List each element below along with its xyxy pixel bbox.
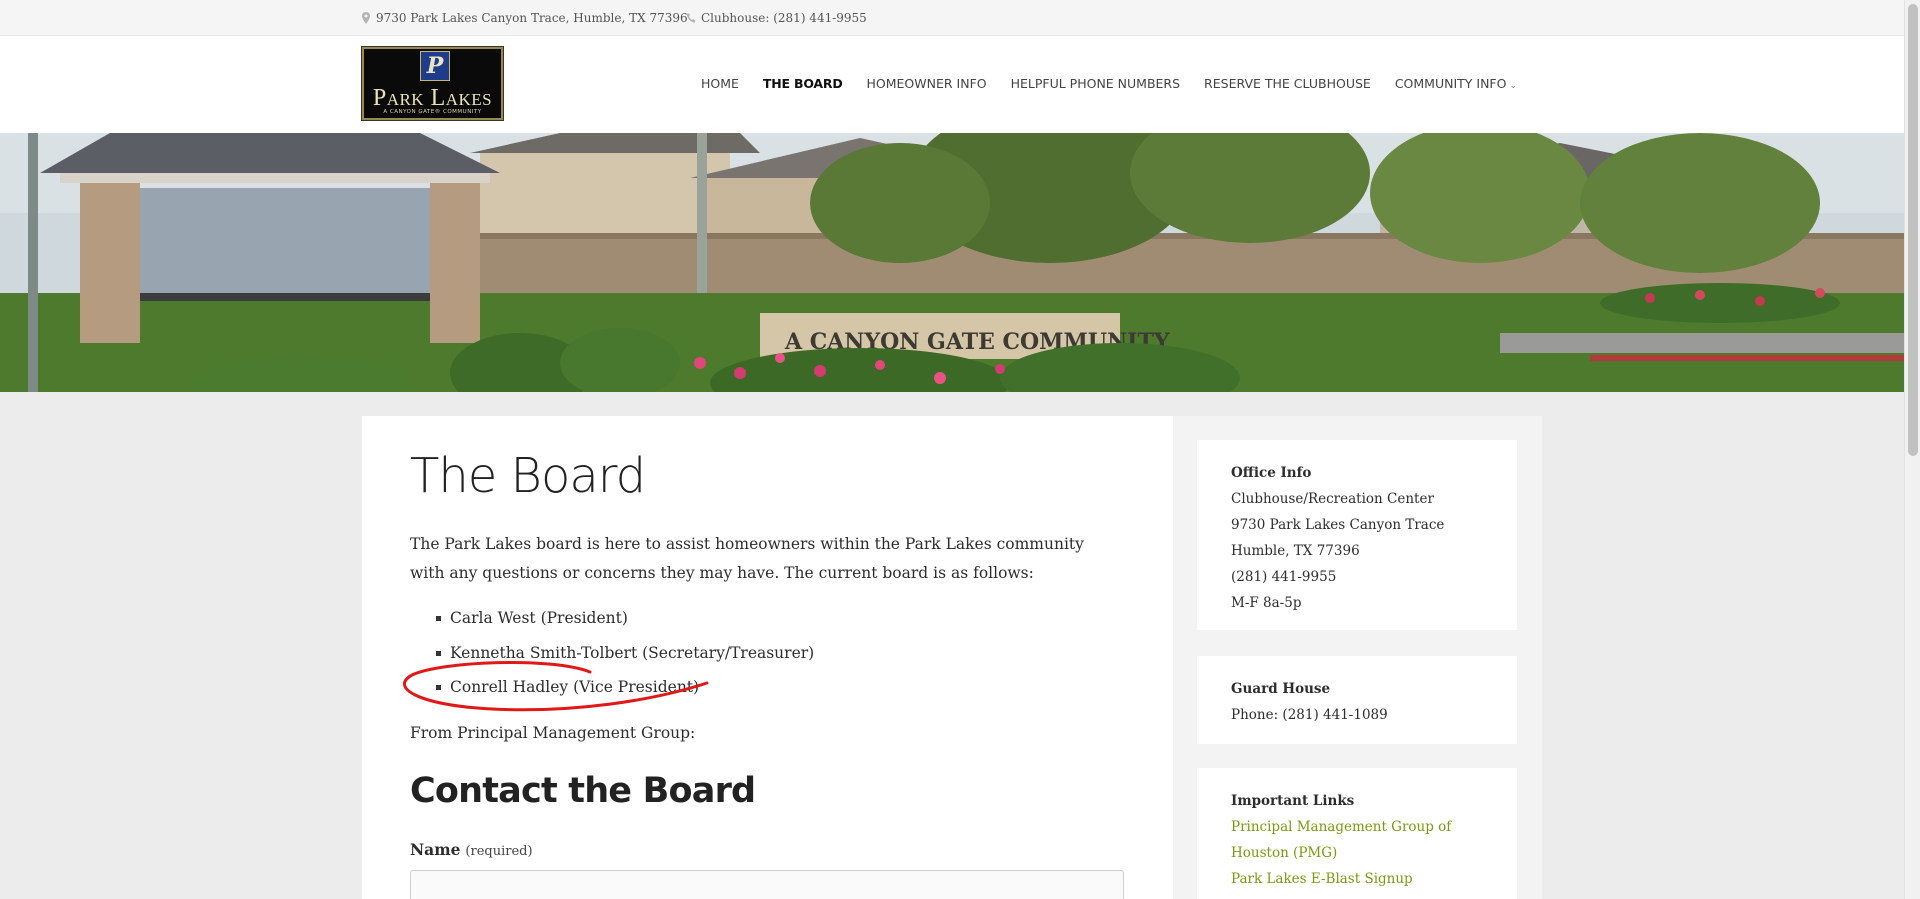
scrollbar-thumb[interactable] [1908, 4, 1918, 456]
office-line: Clubhouse/Recreation Center [1231, 491, 1434, 507]
site-header: P Park Lakes A CANYON GATE® COMMUNITY HO… [0, 36, 1904, 133]
nav-home[interactable]: HOME [701, 76, 739, 91]
contact-title: Contact the Board [410, 771, 756, 811]
required-note: (required) [465, 844, 533, 859]
logo-tagline: A CANYON GATE® COMMUNITY [383, 109, 482, 115]
widget-title: Office Info [1231, 465, 1312, 481]
phone-info: Clubhouse: (281) 441-9955 [686, 11, 867, 25]
important-links-widget: Important Links Principal Management Gro… [1197, 768, 1517, 899]
page-title: The Board [410, 448, 646, 504]
map-pin-icon [362, 12, 370, 24]
widget-title: Guard House [1231, 681, 1331, 697]
guard-house-widget: Guard House Phone: (281) 441-1089 [1197, 656, 1517, 744]
page-scrollbar[interactable] [1904, 0, 1920, 899]
hero-banner-photo: A CANYON GATE COMMUNITY [0, 133, 1904, 392]
nav-helpful-phone-numbers[interactable]: HELPFUL PHONE NUMBERS [1011, 76, 1180, 91]
top-info-bar: 9730 Park Lakes Canyon Trace, Humble, TX… [0, 0, 1904, 36]
board-intro-text: The Park Lakes board is here to assist h… [410, 535, 1084, 582]
address-text: 9730 Park Lakes Canyon Trace, Humble, TX… [376, 11, 688, 25]
office-info-widget: Office Info Clubhouse/Recreation Center … [1197, 440, 1517, 630]
name-label-text: Name [410, 840, 461, 859]
name-field-label: Name (required) [410, 840, 533, 859]
logo-name: Park Lakes [372, 85, 493, 111]
phone-text: Clubhouse: (281) 441-9955 [701, 11, 867, 25]
widget-title: Important Links [1231, 793, 1355, 809]
nav-homeowner-info[interactable]: HOMEOWNER INFO [867, 76, 987, 91]
nav-community-info[interactable]: COMMUNITY INFO ⌄ [1395, 76, 1517, 91]
red-highlight-circle [403, 660, 709, 712]
park-lakes-logo[interactable]: P Park Lakes A CANYON GATE® COMMUNITY [361, 46, 504, 121]
name-input[interactable] [410, 870, 1124, 899]
nav-reserve-the-clubhouse[interactable]: RESERVE THE CLUBHOUSE [1204, 76, 1371, 91]
main-nav: HOME THE BOARD HOMEOWNER INFO HELPFUL PH… [701, 76, 1541, 91]
office-line: 9730 Park Lakes Canyon Trace [1231, 517, 1445, 533]
banner-illustration: A CANYON GATE COMMUNITY [0, 133, 1904, 392]
sidebar: Office Info Clubhouse/Recreation Center … [1173, 416, 1542, 899]
guard-phone: Phone: (281) 441-1089 [1231, 707, 1388, 723]
office-line: Humble, TX 77396 [1231, 543, 1360, 559]
phone-icon [686, 13, 696, 23]
nav-community-info-label: COMMUNITY INFO [1394, 76, 1507, 91]
office-line: M-F 8a-5p [1231, 595, 1302, 611]
logo-monogram: P [420, 51, 450, 81]
pmg-text: From Principal Management Group: [410, 724, 696, 742]
nav-the-board[interactable]: THE BOARD [763, 76, 843, 91]
address-info: 9730 Park Lakes Canyon Trace, Humble, TX… [361, 11, 688, 25]
pmg-link[interactable]: Principal Management Group of Houston (P… [1231, 814, 1483, 866]
office-line: (281) 441-9955 [1231, 569, 1337, 585]
list-item: Carla West (President) [410, 601, 814, 636]
chevron-down-icon: ⌄ [1509, 81, 1517, 91]
eblast-signup-link[interactable]: Park Lakes E-Blast Signup [1231, 866, 1483, 892]
main-content: The Board The Park Lakes board is here t… [362, 416, 1173, 899]
